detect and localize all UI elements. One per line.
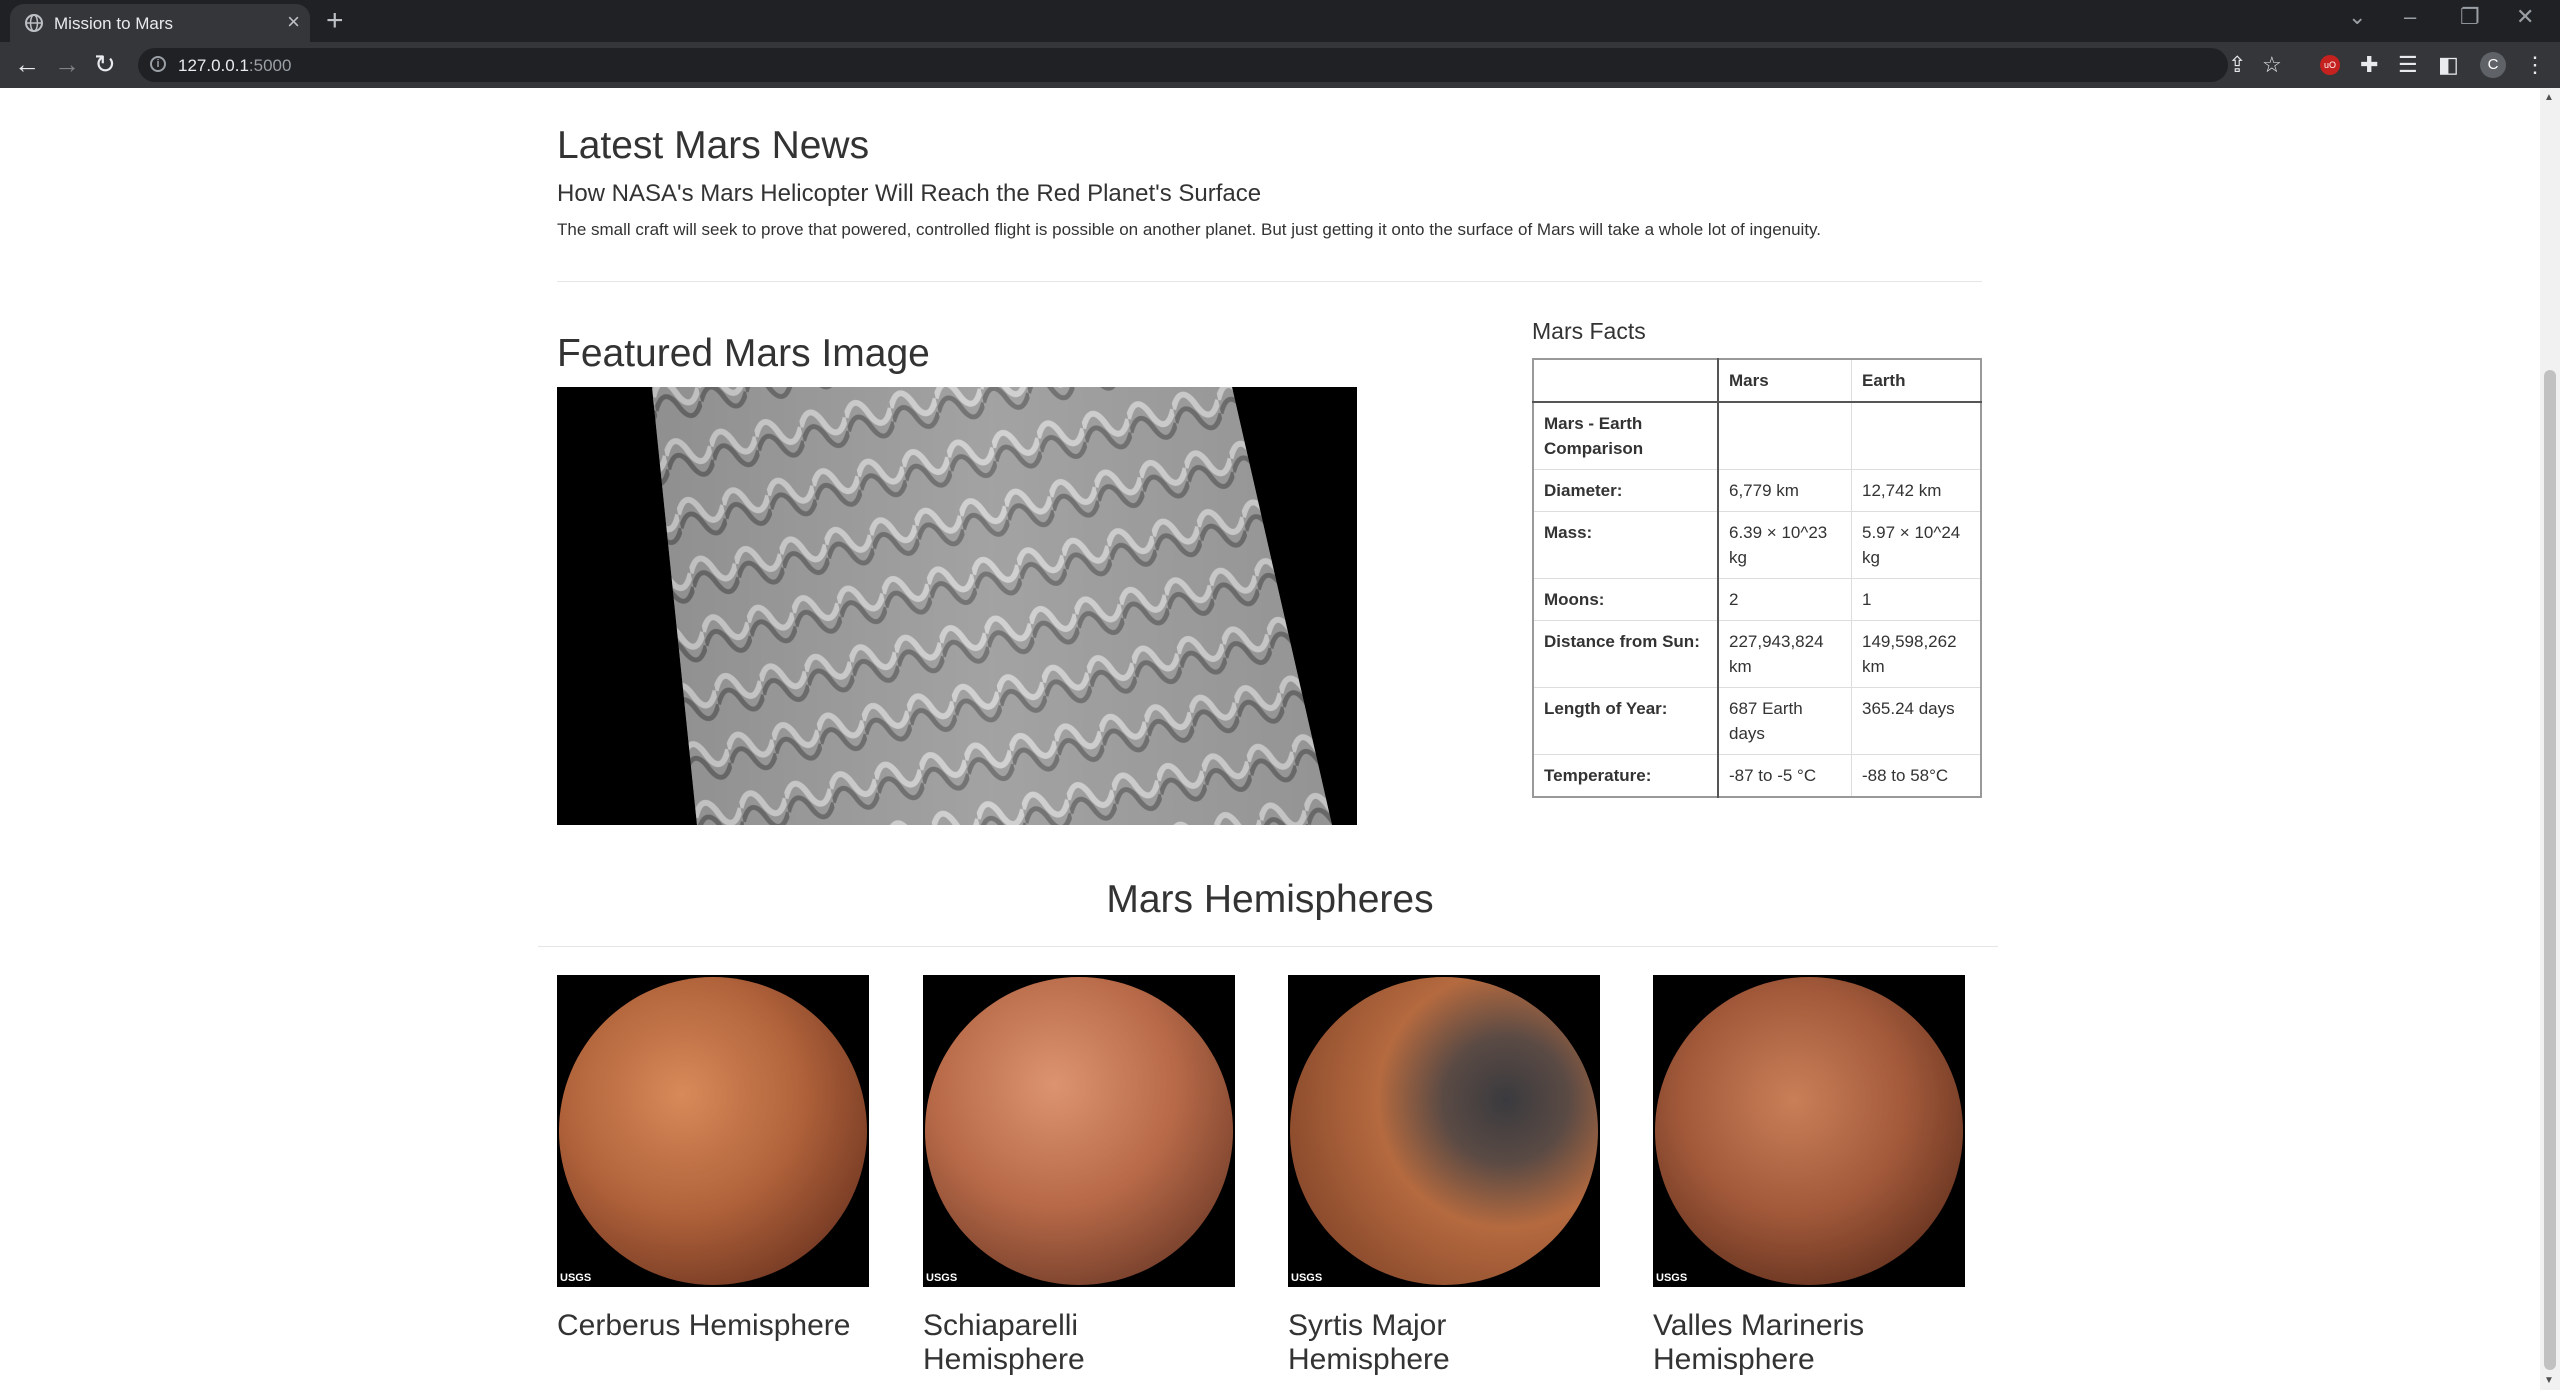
- hemisphere-image[interactable]: USGS: [557, 975, 869, 1287]
- back-icon[interactable]: ←: [14, 49, 40, 79]
- page-viewport: Latest Mars News How NASA's Mars Helicop…: [0, 88, 2540, 1390]
- hemisphere-card-valles-marineris[interactable]: USGS Valles Marineris Hemisphere: [1653, 975, 1965, 1377]
- hemisphere-image[interactable]: USGS: [1653, 975, 1965, 1287]
- mars-value: 2: [1717, 578, 1852, 621]
- media-queue-icon[interactable]: ☰: [2398, 53, 2418, 77]
- mars-value: 6,779 km: [1717, 469, 1852, 512]
- hemisphere-card-syrtis-major[interactable]: USGS Syrtis Major Hemisphere: [1288, 975, 1600, 1377]
- table-row: Length of Year: 687 Earth days 365.24 da…: [1532, 687, 1982, 755]
- browser-tab[interactable]: Mission to Mars ×: [10, 4, 310, 42]
- scrollbar-thumb[interactable]: [2544, 370, 2556, 1370]
- hemisphere-name[interactable]: Schiaparelli Hemisphere: [923, 1309, 1235, 1377]
- earth-value: 12,742 km: [1851, 469, 1982, 512]
- earth-value: [1851, 401, 1982, 470]
- section-divider: [557, 281, 1982, 282]
- new-tab-button[interactable]: +: [326, 3, 344, 39]
- mars-value: 227,943,824 km: [1717, 620, 1852, 688]
- table-row: Diameter: 6,779 km 12,742 km: [1532, 469, 1982, 512]
- url-port: :5000: [248, 56, 292, 75]
- planet-globe: [1655, 977, 1963, 1285]
- table-row: Distance from Sun: 227,943,824 km 149,59…: [1532, 620, 1982, 688]
- side-panel-icon[interactable]: ◧: [2438, 53, 2459, 77]
- tab-title: Mission to Mars: [54, 14, 174, 33]
- table-row: Moons: 2 1: [1532, 578, 1982, 621]
- news-heading: Latest Mars News: [557, 124, 870, 167]
- close-tab-icon[interactable]: ×: [287, 9, 300, 35]
- row-label: Length of Year:: [1532, 687, 1719, 755]
- forward-icon[interactable]: →: [54, 49, 80, 79]
- browser-toolbar: ← → ↻ i 127.0.0.1:5000 ⇪ ☆ uO ✚ ☰ ◧ C ⋮: [0, 42, 2560, 88]
- featured-image-graphic: [652, 387, 1332, 825]
- earth-value: 1: [1851, 578, 1982, 621]
- featured-image-heading: Featured Mars Image: [557, 332, 930, 375]
- facts-header-mars: Mars: [1717, 358, 1852, 403]
- usgs-logo: USGS: [926, 1272, 958, 1284]
- planet-globe: [559, 977, 867, 1285]
- menu-kebab-icon[interactable]: ⋮: [2524, 53, 2546, 77]
- facts-header-blank: [1532, 358, 1719, 403]
- hemisphere-card-cerberus[interactable]: USGS Cerberus Hemisphere: [557, 975, 869, 1343]
- bookmark-star-icon[interactable]: ☆: [2262, 53, 2282, 77]
- browser-tab-strip: Mission to Mars × + ⌄ – ❐ ✕: [0, 0, 2560, 42]
- mars-facts-table: Mars Earth Mars - Earth Comparison Diame…: [1532, 358, 1982, 798]
- row-label: Temperature:: [1532, 754, 1719, 798]
- url-host: 127.0.0.1: [178, 56, 249, 75]
- earth-value: 149,598,262 km: [1851, 620, 1982, 688]
- table-row: Temperature: -87 to -5 °C -88 to 58°C: [1532, 754, 1982, 798]
- table-row: Mass: 6.39 × 10^23 kg 5.97 × 10^24 kg: [1532, 511, 1982, 579]
- reload-icon[interactable]: ↻: [94, 49, 116, 79]
- hemisphere-image[interactable]: USGS: [1288, 975, 1600, 1287]
- earth-value: 365.24 days: [1851, 687, 1982, 755]
- mars-value: -87 to -5 °C: [1717, 754, 1852, 798]
- usgs-logo: USGS: [560, 1272, 592, 1284]
- restore-button[interactable]: ❐: [2460, 4, 2480, 30]
- hemisphere-card-schiaparelli[interactable]: USGS Schiaparelli Hemisphere: [923, 975, 1235, 1377]
- share-icon[interactable]: ⇪: [2228, 53, 2246, 77]
- row-label: Distance from Sun:: [1532, 620, 1719, 688]
- earth-value: -88 to 58°C: [1851, 754, 1982, 798]
- hemispheres-heading: Mars Hemispheres: [1106, 878, 1434, 921]
- scroll-up-arrow-icon[interactable]: ▲: [2544, 92, 2554, 103]
- facts-header-row: Mars Earth: [1532, 358, 1982, 403]
- earth-value: 5.97 × 10^24 kg: [1851, 511, 1982, 579]
- hemisphere-image[interactable]: USGS: [923, 975, 1235, 1287]
- tab-search-icon[interactable]: ⌄: [2348, 4, 2366, 30]
- page-scrollbar[interactable]: ▲ ▼: [2540, 88, 2560, 1390]
- hemispheres-divider: [538, 946, 1998, 947]
- hemisphere-name[interactable]: Cerberus Hemisphere: [557, 1309, 869, 1343]
- profile-avatar[interactable]: C: [2480, 52, 2506, 78]
- featured-mars-image: [557, 387, 1357, 825]
- planet-globe: [1290, 977, 1598, 1285]
- minimize-button[interactable]: –: [2404, 4, 2416, 30]
- url-text: 127.0.0.1:5000: [178, 56, 291, 76]
- row-label: Mass:: [1532, 511, 1719, 579]
- news-teaser: The small craft will seek to prove that …: [557, 220, 1822, 239]
- hemisphere-name[interactable]: Syrtis Major Hemisphere: [1288, 1309, 1600, 1377]
- ublock-extension-icon[interactable]: uO: [2320, 55, 2340, 75]
- row-label: Diameter:: [1532, 469, 1719, 512]
- mars-value: [1717, 401, 1852, 470]
- extensions-puzzle-icon[interactable]: ✚: [2360, 53, 2378, 77]
- scroll-down-arrow-icon[interactable]: ▼: [2544, 1375, 2554, 1386]
- usgs-logo: USGS: [1656, 1272, 1688, 1284]
- row-label: Moons:: [1532, 578, 1719, 621]
- site-info-icon[interactable]: i: [150, 56, 166, 72]
- globe-icon: [25, 14, 43, 32]
- mars-value: 6.39 × 10^23 kg: [1717, 511, 1852, 579]
- mars-facts-heading: Mars Facts: [1532, 318, 1646, 344]
- row-label: Mars - Earth Comparison: [1532, 401, 1719, 470]
- close-window-button[interactable]: ✕: [2516, 4, 2534, 30]
- news-title: How NASA's Mars Helicopter Will Reach th…: [557, 180, 1262, 207]
- hemisphere-name[interactable]: Valles Marineris Hemisphere: [1653, 1309, 1965, 1377]
- facts-header-earth: Earth: [1851, 358, 1982, 403]
- mars-value: 687 Earth days: [1717, 687, 1852, 755]
- usgs-logo: USGS: [1291, 1272, 1323, 1284]
- planet-globe: [925, 977, 1233, 1285]
- address-bar[interactable]: i 127.0.0.1:5000 ⇪ ☆: [138, 48, 2282, 82]
- table-row: Mars - Earth Comparison: [1532, 401, 1982, 470]
